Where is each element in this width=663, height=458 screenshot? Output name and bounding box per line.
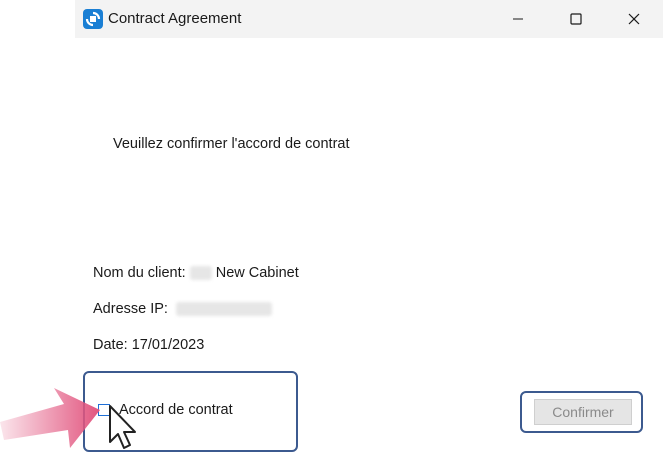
client-name-label: Nom du client: bbox=[93, 265, 186, 281]
close-icon bbox=[628, 13, 640, 25]
window-title: Contract Agreement bbox=[108, 10, 242, 27]
maximize-button[interactable] bbox=[547, 0, 605, 38]
pointer-arrow-icon bbox=[0, 388, 100, 448]
ip-address-row: Adresse IP: bbox=[93, 301, 276, 317]
title-bar[interactable]: Contract Agreement bbox=[75, 0, 663, 38]
client-name-value: New Cabinet bbox=[215, 265, 299, 281]
redacted-client-prefix bbox=[189, 266, 212, 281]
minimize-icon bbox=[513, 18, 523, 20]
minimize-button[interactable] bbox=[489, 0, 547, 38]
date-value: 17/01/2023 bbox=[131, 337, 205, 353]
app-icon bbox=[83, 9, 103, 29]
contract-agreement-window: Contract Agreement Veuillez confirmer l'… bbox=[75, 0, 663, 458]
redacted-ip-value bbox=[175, 302, 272, 317]
confirm-button[interactable]: Confirmer bbox=[534, 399, 632, 425]
ip-address-label: Adresse IP: bbox=[93, 301, 168, 317]
close-button[interactable] bbox=[605, 0, 663, 38]
confirmation-prompt: Veuillez confirmer l'accord de contrat bbox=[113, 136, 350, 152]
date-label: Date: bbox=[93, 337, 128, 353]
date-row: Date: 17/01/2023 bbox=[93, 337, 204, 353]
maximize-icon bbox=[570, 13, 582, 25]
client-name-row: Nom du client: New Cabinet bbox=[93, 265, 299, 281]
mouse-cursor-icon bbox=[109, 405, 136, 449]
